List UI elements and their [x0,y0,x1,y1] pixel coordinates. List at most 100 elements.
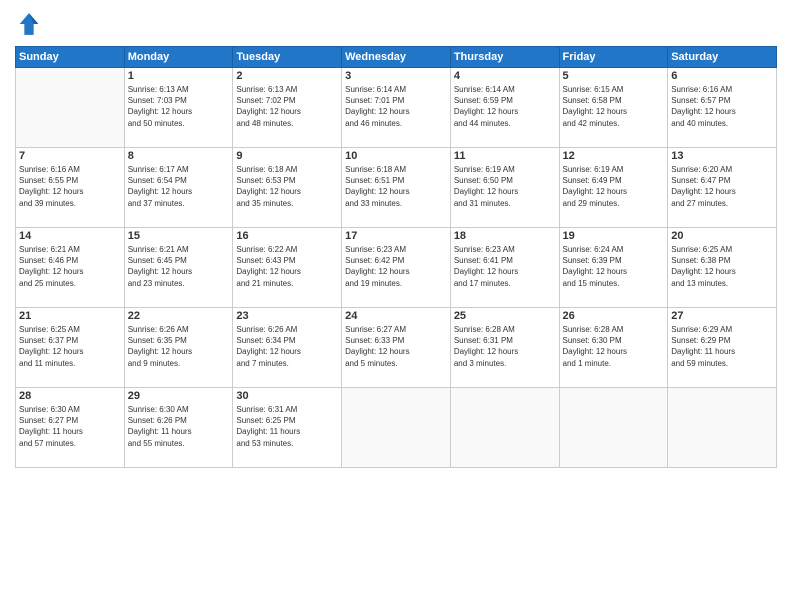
calendar-cell: 6 Sunrise: 6:16 AM Sunset: 6:57 PM Daylig… [668,68,777,148]
day-info: Sunrise: 6:14 AM Sunset: 6:59 PM Dayligh… [454,84,556,129]
day-number: 23 [236,310,338,322]
calendar-cell: 29Sunrise: 6:30 AM Sunset: 6:26 PM Dayli… [124,388,233,468]
calendar-cell: 3 Sunrise: 6:14 AM Sunset: 7:01 PM Daylig… [342,68,451,148]
day-info: Sunrise: 6:16 AM Sunset: 6:55 PM Dayligh… [19,164,121,209]
day-number: 21 [19,310,121,322]
day-info: Sunrise: 6:13 AM Sunset: 7:03 PM Dayligh… [128,84,230,129]
day-info: Sunrise: 6:14 AM Sunset: 7:01 PM Dayligh… [345,84,447,129]
day-number: 15 [128,230,230,242]
day-info: Sunrise: 6:30 AM Sunset: 6:27 PM Dayligh… [19,404,121,449]
day-number: 1 [128,70,230,82]
day-info: Sunrise: 6:18 AM Sunset: 6:53 PM Dayligh… [236,164,338,209]
day-info: Sunrise: 6:19 AM Sunset: 6:49 PM Dayligh… [563,164,665,209]
day-number: 28 [19,390,121,402]
day-info: Sunrise: 6:15 AM Sunset: 6:58 PM Dayligh… [563,84,665,129]
calendar-cell: 25Sunrise: 6:28 AM Sunset: 6:31 PM Dayli… [450,308,559,388]
day-number: 19 [563,230,665,242]
calendar-cell: 15 Sunrise: 6:21 AM Sunset: 6:45 PM Dayli… [124,228,233,308]
calendar-cell: 19 Sunrise: 6:24 AM Sunset: 6:39 PM Dayli… [559,228,668,308]
calendar-cell [450,388,559,468]
day-number: 9 [236,150,338,162]
day-number: 2 [236,70,338,82]
day-info: Sunrise: 6:23 AM Sunset: 6:41 PM Dayligh… [454,244,556,289]
calendar-week-row: 28 Sunrise: 6:30 AM Sunset: 6:27 PM Dayli… [16,388,777,468]
calendar-week-row: 21 Sunrise: 6:25 AM Sunset: 6:37 PM Dayli… [16,308,777,388]
day-number: 6 [671,70,773,82]
day-number: 22 [128,310,230,322]
calendar-cell: 21 Sunrise: 6:25 AM Sunset: 6:37 PM Dayli… [16,308,125,388]
day-info: Sunrise: 6:27 AM Sunset: 6:33 PM Dayligh… [345,324,447,369]
calendar-cell: 8 Sunrise: 6:17 AM Sunset: 6:54 PM Daylig… [124,148,233,228]
calendar-cell: 5 Sunrise: 6:15 AM Sunset: 6:58 PM Daylig… [559,68,668,148]
calendar-cell: 26 Sunrise: 6:28 AM Sunset: 6:30 PM Dayli… [559,308,668,388]
calendar-cell: 13 Sunrise: 6:20 AM Sunset: 6:47 PM Dayli… [668,148,777,228]
calendar-cell: 14Sunrise: 6:21 AM Sunset: 6:46 PM Dayli… [16,228,125,308]
calendar-cell: 22 Sunrise: 6:26 AM Sunset: 6:35 PM Dayli… [124,308,233,388]
day-number: 3 [345,70,447,82]
day-number: 27 [671,310,773,322]
calendar-cell: 28 Sunrise: 6:30 AM Sunset: 6:27 PM Dayli… [16,388,125,468]
day-info: Sunrise: 6:31 AM Sunset: 6:25 PM Dayligh… [236,404,338,449]
calendar-cell: 24Sunrise: 6:27 AM Sunset: 6:33 PM Dayli… [342,308,451,388]
calendar-cell: 30 Sunrise: 6:31 AM Sunset: 6:25 PM Dayli… [233,388,342,468]
day-info: Sunrise: 6:22 AM Sunset: 6:43 PM Dayligh… [236,244,338,289]
day-info: Sunrise: 6:16 AM Sunset: 6:57 PM Dayligh… [671,84,773,129]
calendar-cell: 27 Sunrise: 6:29 AM Sunset: 6:29 PM Dayli… [668,308,777,388]
day-info: Sunrise: 6:24 AM Sunset: 6:39 PM Dayligh… [563,244,665,289]
day-number: 13 [671,150,773,162]
day-number: 25 [454,310,556,322]
calendar-day-header: Sunday [16,47,125,68]
day-number: 5 [563,70,665,82]
calendar-cell: 4 Sunrise: 6:14 AM Sunset: 6:59 PM Daylig… [450,68,559,148]
day-number: 12 [563,150,665,162]
day-number: 30 [236,390,338,402]
day-info: Sunrise: 6:17 AM Sunset: 6:54 PM Dayligh… [128,164,230,209]
day-number: 10 [345,150,447,162]
day-info: Sunrise: 6:26 AM Sunset: 6:34 PM Dayligh… [236,324,338,369]
calendar-cell: 10 Sunrise: 6:18 AM Sunset: 6:51 PM Dayli… [342,148,451,228]
calendar-cell: 7 Sunrise: 6:16 AM Sunset: 6:55 PM Daylig… [16,148,125,228]
calendar-cell: 20 Sunrise: 6:25 AM Sunset: 6:38 PM Dayli… [668,228,777,308]
day-info: Sunrise: 6:29 AM Sunset: 6:29 PM Dayligh… [671,324,773,369]
calendar-cell [559,388,668,468]
day-info: Sunrise: 6:26 AM Sunset: 6:35 PM Dayligh… [128,324,230,369]
day-info: Sunrise: 6:28 AM Sunset: 6:30 PM Dayligh… [563,324,665,369]
calendar-cell [16,68,125,148]
calendar-cell: 18 Sunrise: 6:23 AM Sunset: 6:41 PM Dayli… [450,228,559,308]
day-info: Sunrise: 6:20 AM Sunset: 6:47 PM Dayligh… [671,164,773,209]
day-info: Sunrise: 6:25 AM Sunset: 6:38 PM Dayligh… [671,244,773,289]
calendar-page: SundayMondayTuesdayWednesdayThursdayFrid… [0,0,792,612]
day-number: 29 [128,390,230,402]
day-number: 20 [671,230,773,242]
calendar-cell: 16Sunrise: 6:22 AM Sunset: 6:43 PM Dayli… [233,228,342,308]
day-info: Sunrise: 6:18 AM Sunset: 6:51 PM Dayligh… [345,164,447,209]
day-info: Sunrise: 6:19 AM Sunset: 6:50 PM Dayligh… [454,164,556,209]
calendar-cell: 9 Sunrise: 6:18 AM Sunset: 6:53 PM Daylig… [233,148,342,228]
day-number: 26 [563,310,665,322]
day-number: 7 [19,150,121,162]
day-number: 8 [128,150,230,162]
logo [15,10,47,38]
calendar-header-row: SundayMondayTuesdayWednesdayThursdayFrid… [16,47,777,68]
logo-icon [15,10,43,38]
calendar-week-row: 1 Sunrise: 6:13 AM Sunset: 7:03 PM Daylig… [16,68,777,148]
day-number: 14 [19,230,121,242]
day-info: Sunrise: 6:25 AM Sunset: 6:37 PM Dayligh… [19,324,121,369]
day-number: 4 [454,70,556,82]
calendar-day-header: Wednesday [342,47,451,68]
day-number: 17 [345,230,447,242]
calendar-day-header: Friday [559,47,668,68]
calendar-day-header: Thursday [450,47,559,68]
calendar-cell: 2 Sunrise: 6:13 AM Sunset: 7:02 PM Daylig… [233,68,342,148]
day-number: 18 [454,230,556,242]
calendar-cell: 23 Sunrise: 6:26 AM Sunset: 6:34 PM Dayli… [233,308,342,388]
calendar-day-header: Saturday [668,47,777,68]
calendar-cell: 12 Sunrise: 6:19 AM Sunset: 6:49 PM Dayli… [559,148,668,228]
day-info: Sunrise: 6:23 AM Sunset: 6:42 PM Dayligh… [345,244,447,289]
day-info: Sunrise: 6:21 AM Sunset: 6:45 PM Dayligh… [128,244,230,289]
calendar-cell: 11 Sunrise: 6:19 AM Sunset: 6:50 PM Dayli… [450,148,559,228]
calendar-cell [342,388,451,468]
calendar-cell: 1 Sunrise: 6:13 AM Sunset: 7:03 PM Daylig… [124,68,233,148]
day-info: Sunrise: 6:13 AM Sunset: 7:02 PM Dayligh… [236,84,338,129]
day-number: 11 [454,150,556,162]
